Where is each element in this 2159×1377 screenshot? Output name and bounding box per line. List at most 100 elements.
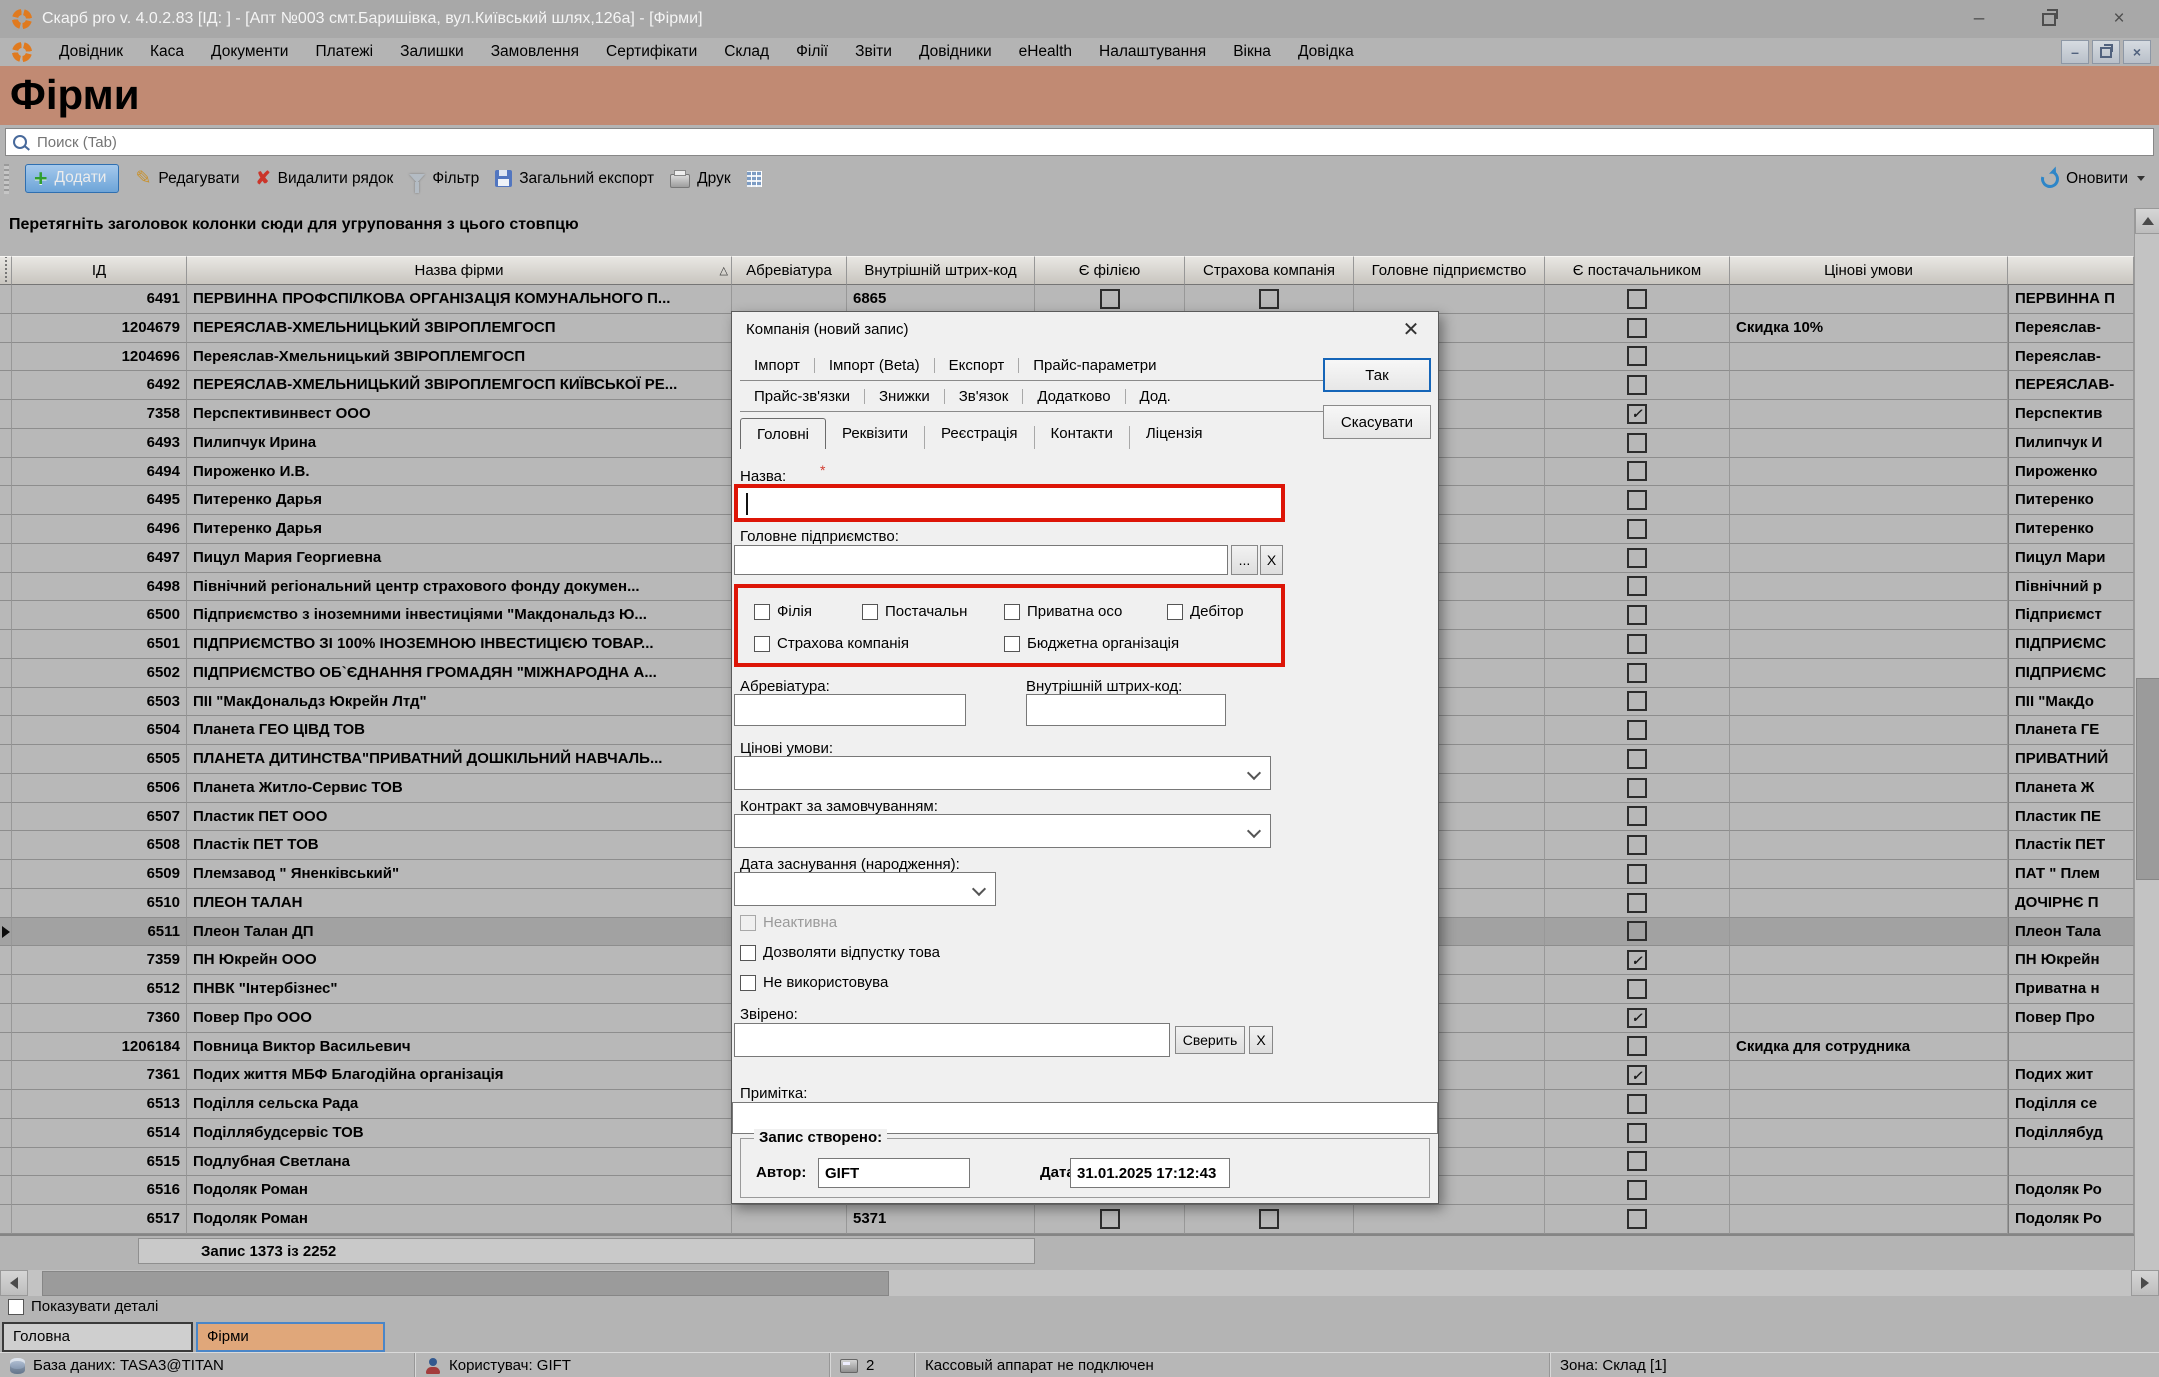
table-row[interactable]: 6491ПЕРВИННА ПРОФСПІЛКОВА ОРГАНІЗАЦІЯ КО…	[0, 285, 2134, 314]
supplier-checkbox[interactable]	[1627, 634, 1647, 654]
menu-ehealth[interactable]: eHealth	[1019, 43, 1072, 61]
menu-dovidnyky[interactable]: Довідники	[919, 43, 992, 61]
contract-select[interactable]	[734, 814, 1271, 848]
toolbar-drag-handle[interactable]	[4, 164, 9, 194]
tab-price-links[interactable]: Прайс-зв'язки	[740, 389, 865, 404]
tab-import[interactable]: Імпорт	[740, 358, 815, 373]
table-row[interactable]: 6517Подоляк Роман5371Подоляк Ро	[0, 1205, 2134, 1234]
supplier-checkbox[interactable]	[1627, 720, 1647, 740]
supplier-checkbox[interactable]	[1627, 1151, 1647, 1171]
col-name[interactable]: Назва фірми△	[187, 256, 732, 285]
supplier-checkbox[interactable]	[1627, 519, 1647, 539]
restore-icon[interactable]	[2037, 7, 2061, 31]
tab-license[interactable]: Ліцензія	[1130, 426, 1219, 449]
menu-kasa[interactable]: Каса	[150, 43, 184, 61]
not-use-flag[interactable]: Не використовува	[740, 974, 940, 991]
supplier-checkbox[interactable]	[1627, 461, 1647, 481]
refresh-button[interactable]: Оновити	[2041, 170, 2159, 188]
close-icon[interactable]: ×	[2107, 7, 2131, 31]
date-input[interactable]	[1070, 1158, 1230, 1188]
col-pinned-name[interactable]	[2008, 256, 2134, 285]
ok-button[interactable]: Так	[1323, 358, 1431, 392]
filter-button[interactable]: Фільтр	[409, 170, 479, 188]
insurance-checkbox[interactable]	[1259, 1209, 1279, 1229]
menu-nalashtuvannia[interactable]: Налаштування	[1099, 43, 1206, 61]
abbr-input[interactable]	[734, 694, 966, 726]
menu-platezhi[interactable]: Платежі	[315, 43, 373, 61]
tab-requisites[interactable]: Реквізити	[826, 426, 925, 449]
supplier-checkbox[interactable]	[1627, 1209, 1647, 1229]
author-input[interactable]	[818, 1158, 970, 1188]
supplier-checkbox[interactable]	[1627, 1008, 1647, 1028]
menu-dokumenty[interactable]: Документи	[211, 43, 288, 61]
allow-dispense-flag[interactable]: Дозволяти відпустку това	[740, 944, 970, 961]
horizontal-scroll-thumb[interactable]	[42, 1271, 889, 1296]
barcode-input[interactable]	[1026, 694, 1226, 726]
clear-verified-button[interactable]: X	[1249, 1026, 1273, 1054]
tab-export[interactable]: Експорт	[935, 358, 1020, 373]
tab-price-params[interactable]: Прайс-параметри	[1019, 358, 1170, 373]
mdi-restore-icon[interactable]	[2092, 40, 2120, 64]
verified-input[interactable]	[734, 1023, 1170, 1057]
supplier-checkbox[interactable]	[1627, 921, 1647, 941]
export-button[interactable]: Загальний експорт	[495, 170, 654, 188]
supplier-checkbox[interactable]	[1627, 1094, 1647, 1114]
private-person-flag[interactable]: Приватна осо	[1004, 603, 1154, 620]
menu-zvity[interactable]: Звіти	[855, 43, 892, 61]
bottom-tab-home[interactable]: Головна	[2, 1322, 193, 1352]
edit-button[interactable]: ✎Редагувати	[135, 167, 239, 190]
supplier-checkbox[interactable]	[1627, 778, 1647, 798]
add-button[interactable]: +Додати	[25, 164, 119, 193]
col-price[interactable]: Цінові умови	[1730, 256, 2008, 285]
supplier-checkbox[interactable]	[1627, 404, 1647, 424]
supplier-checkbox[interactable]	[1627, 979, 1647, 999]
supplier-checkbox[interactable]	[1627, 433, 1647, 453]
scroll-right-button[interactable]	[2131, 1270, 2159, 1296]
insurance-flag[interactable]: Страхова компанія	[754, 635, 964, 652]
menu-dovidnyk[interactable]: Довідник	[59, 43, 123, 61]
col-barcode[interactable]: Внутрішній штрих-код	[847, 256, 1035, 285]
supplier-checkbox[interactable]	[1627, 375, 1647, 395]
branch-flag[interactable]: Філія	[754, 603, 854, 620]
minimize-icon[interactable]: –	[1967, 7, 1991, 31]
col-insurance[interactable]: Страхова компанія	[1185, 256, 1354, 285]
bottom-tab-firms[interactable]: Фірми	[196, 1322, 385, 1352]
tab-main-active[interactable]: Головні	[740, 418, 826, 449]
supplier-checkbox[interactable]	[1627, 1065, 1647, 1085]
clear-parent-button[interactable]: X	[1260, 545, 1283, 575]
tab-contacts[interactable]: Контакти	[1035, 426, 1130, 449]
supplier-checkbox[interactable]	[1627, 605, 1647, 625]
mdi-minimize-icon[interactable]: –	[2061, 40, 2089, 64]
horizontal-scrollbar[interactable]	[0, 1270, 2159, 1296]
menu-sertyfikaty[interactable]: Сертифікати	[606, 43, 697, 61]
supplier-checkbox[interactable]	[1627, 346, 1647, 366]
supplier-checkbox[interactable]	[1627, 1180, 1647, 1200]
supplier-checkbox[interactable]	[1627, 1036, 1647, 1056]
tab-additional[interactable]: Додатково	[1023, 389, 1125, 404]
tab-add[interactable]: Дод.	[1126, 389, 1185, 404]
tab-import-beta[interactable]: Імпорт (Beta)	[815, 358, 935, 373]
tab-connection[interactable]: Зв'язок	[945, 389, 1024, 404]
col-supplier[interactable]: Є постачальником	[1545, 256, 1730, 285]
supplier-checkbox[interactable]	[1627, 663, 1647, 683]
menu-sklad[interactable]: Склад	[724, 43, 769, 61]
supplier-flag[interactable]: Постачальн	[862, 603, 990, 620]
mdi-close-icon[interactable]: ×	[2123, 40, 2151, 64]
cancel-button[interactable]: Скасувати	[1323, 405, 1431, 439]
supplier-checkbox[interactable]	[1627, 490, 1647, 510]
tab-registration[interactable]: Реєстрація	[925, 426, 1034, 449]
supplier-checkbox[interactable]	[1627, 806, 1647, 826]
menu-vikna[interactable]: Вікна	[1233, 43, 1271, 61]
parent-company-input[interactable]	[734, 545, 1228, 575]
supplier-checkbox[interactable]	[1627, 1123, 1647, 1143]
delete-row-button[interactable]: ✘Видалити рядок	[256, 168, 394, 189]
browse-button[interactable]: ...	[1231, 545, 1258, 575]
supplier-checkbox[interactable]	[1627, 864, 1647, 884]
search-input[interactable]	[35, 133, 2146, 152]
menu-zamovlennia[interactable]: Замовлення	[491, 43, 579, 61]
branch-checkbox[interactable]	[1100, 289, 1120, 309]
show-details-checkbox[interactable]	[8, 1299, 24, 1315]
col-id[interactable]: ІД	[12, 256, 187, 285]
columns-icon[interactable]	[747, 171, 762, 187]
menu-zalyshky[interactable]: Залишки	[400, 43, 464, 61]
